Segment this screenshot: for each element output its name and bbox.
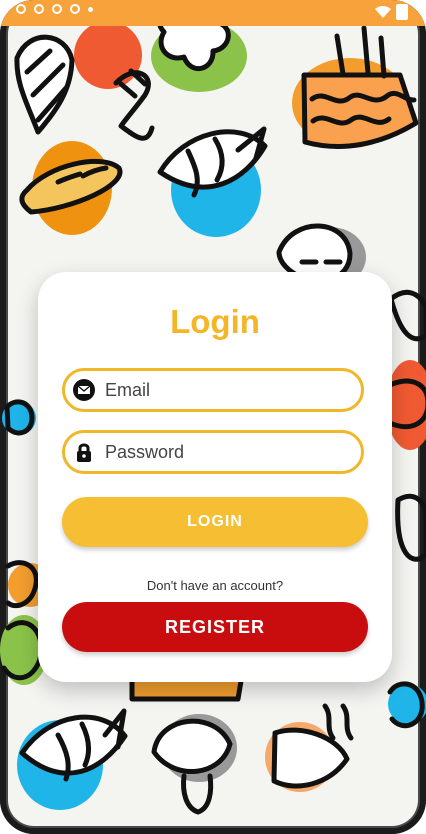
bottom-mushroom-icon <box>151 718 233 775</box>
email-icon <box>73 379 95 401</box>
email-input[interactable] <box>103 370 347 410</box>
mic-icon <box>70 4 80 14</box>
shield-icon <box>52 4 62 14</box>
dot-icon <box>88 6 93 12</box>
email-field[interactable] <box>62 368 364 412</box>
red-shape-right <box>386 360 426 450</box>
orange-shape <box>74 21 142 89</box>
circle-icon <box>34 4 44 14</box>
login-button[interactable]: LOGIN <box>62 497 368 547</box>
page-title: Login <box>170 303 260 340</box>
wifi-icon <box>375 6 391 18</box>
login-screen: Login LOGIN Don't have an account? REGIS… <box>0 0 426 834</box>
battery-icon <box>396 4 408 20</box>
notification-icon <box>16 4 26 14</box>
register-prompt: Don't have an account? <box>146 578 284 593</box>
register-button[interactable]: REGISTER <box>62 602 368 652</box>
password-input[interactable] <box>103 432 347 472</box>
cake-icon <box>301 72 419 149</box>
status-icons-left <box>16 4 93 14</box>
login-card: Login LOGIN Don't have an account? REGIS… <box>38 272 392 682</box>
status-icons-right <box>374 4 408 20</box>
lock-icon <box>77 443 91 462</box>
password-field[interactable] <box>62 430 364 474</box>
coffee-cup-icon <box>271 727 350 789</box>
status-bar <box>0 0 426 26</box>
